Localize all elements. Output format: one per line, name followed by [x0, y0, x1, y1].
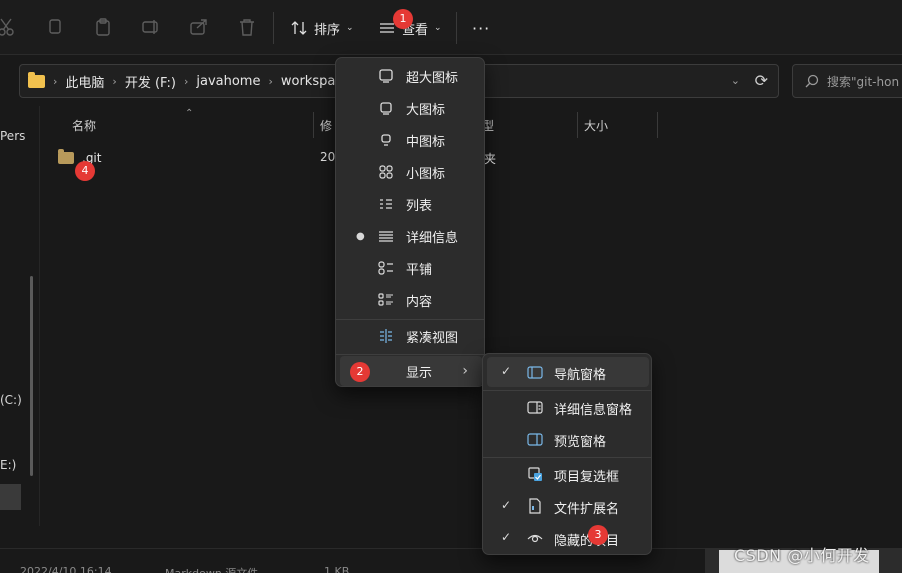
- column-divider[interactable]: [577, 112, 578, 138]
- chevron-down-icon: ⌄: [434, 23, 442, 33]
- selected-dot-icon: ●: [356, 230, 365, 242]
- file-modified: 20: [320, 150, 336, 164]
- check-icon: ✓: [501, 364, 512, 378]
- chevron-down-icon: ⌄: [346, 23, 354, 33]
- file-ext-icon: [529, 498, 541, 514]
- submenu-item-details-pane[interactable]: 详细信息窗格: [487, 392, 649, 422]
- nav-item-personal[interactable]: Pers: [0, 129, 25, 143]
- breadcrumb-javahome[interactable]: javahome: [196, 74, 260, 89]
- folder-icon: [28, 71, 45, 88]
- preview-pane-icon: [527, 433, 543, 446]
- navigation-pane: Pers (C:) E:): [0, 106, 40, 526]
- share-icon[interactable]: [188, 16, 210, 38]
- grid-icon: [379, 165, 393, 179]
- menu-item-tiles[interactable]: 平铺: [340, 253, 482, 283]
- row-date: 2022/4/10 16:14: [20, 565, 112, 573]
- search-icon: [805, 74, 819, 88]
- menu-item-large-icons[interactable]: 大图标: [340, 93, 482, 123]
- menu-divider: [483, 457, 651, 458]
- column-divider[interactable]: [657, 112, 658, 138]
- submenu-item-navigation-pane[interactable]: ✓ 导航窗格: [487, 357, 649, 387]
- check-icon: ✓: [501, 530, 512, 544]
- sort-button[interactable]: 排序 ⌄: [290, 14, 354, 42]
- paste-icon[interactable]: [92, 16, 114, 38]
- annotation-badge-2: 2: [350, 362, 370, 382]
- menu-item-content[interactable]: 内容: [340, 285, 482, 315]
- content-icon: [378, 293, 393, 306]
- checkbox-icon: [528, 467, 542, 481]
- breadcrumb-workspace[interactable]: workspac: [281, 74, 343, 89]
- command-bar: 排序 ⌄ 查看 ⌄ ···: [0, 0, 902, 55]
- sort-label: 排序: [314, 22, 341, 38]
- copy-icon[interactable]: [44, 16, 66, 38]
- sort-icon: [291, 21, 307, 35]
- submenu-item-hidden-items[interactable]: ✓ 隐藏的项目: [487, 523, 649, 553]
- chevron-right-icon: ›: [183, 74, 189, 88]
- menu-divider: [483, 390, 651, 391]
- chevron-right-icon: ›: [112, 74, 117, 88]
- column-size[interactable]: 大小: [584, 117, 608, 134]
- search-input[interactable]: 搜索"git-hon: [792, 64, 902, 98]
- show-submenu: ✓ 导航窗格 详细信息窗格 预览窗格 项目复选框 ✓ 文件扩展名 ✓ 隐藏的项目: [482, 353, 652, 555]
- compact-icon: [380, 329, 392, 343]
- column-modified[interactable]: 修: [320, 117, 332, 134]
- chevron-right-icon: ›: [53, 74, 58, 88]
- chevron-right-icon: ›: [268, 74, 273, 88]
- file-type: 夹: [484, 152, 497, 166]
- toolbar-divider: [273, 12, 274, 44]
- submenu-item-item-checkboxes[interactable]: 项目复选框: [487, 459, 649, 489]
- menu-divider: [336, 319, 484, 320]
- breadcrumb-this-pc[interactable]: 此电脑: [65, 72, 104, 91]
- details-pane-icon: [527, 401, 543, 414]
- list-icon: [380, 199, 392, 209]
- toolbar-divider: [456, 12, 457, 44]
- annotation-badge-3: 3: [588, 525, 608, 545]
- more-options-button[interactable]: ···: [472, 14, 490, 42]
- menu-item-details[interactable]: ● 详细信息: [340, 221, 482, 251]
- menu-item-medium-icons[interactable]: 中图标: [340, 125, 482, 155]
- annotation-badge-4: 4: [75, 161, 95, 181]
- menu-item-compact-view[interactable]: 紧凑视图: [340, 321, 482, 351]
- check-icon: ✓: [501, 498, 512, 512]
- nav-pane-icon: [527, 366, 543, 379]
- folder-icon: [58, 149, 74, 164]
- submenu-item-file-extensions[interactable]: ✓ 文件扩展名: [487, 491, 649, 521]
- annotation-badge-1: 1: [393, 9, 413, 29]
- row-type: Markdown 源文件: [165, 565, 258, 573]
- refresh-icon[interactable]: ⟳: [755, 71, 768, 90]
- submenu-item-preview-pane[interactable]: 预览窗格: [487, 424, 649, 454]
- eye-icon: [527, 534, 543, 543]
- menu-item-list[interactable]: 列表: [340, 189, 482, 219]
- chevron-right-icon: ›: [462, 363, 468, 379]
- menu-item-extra-large-icons[interactable]: 超大图标: [340, 61, 482, 91]
- nav-selected-item[interactable]: [0, 484, 21, 510]
- monitor-small-icon: [381, 134, 391, 146]
- nav-scrollbar[interactable]: [30, 276, 33, 476]
- chevron-down-icon[interactable]: ⌄: [731, 74, 740, 87]
- nav-item-drive-c[interactable]: (C:): [0, 393, 22, 407]
- details-icon: [379, 231, 393, 242]
- delete-icon[interactable]: [236, 16, 258, 38]
- menu-divider: [336, 354, 484, 355]
- menu-item-small-icons[interactable]: 小图标: [340, 157, 482, 187]
- nav-item-drive-e[interactable]: E:): [0, 458, 16, 472]
- row-size: 1 KB: [324, 565, 350, 573]
- search-placeholder: 搜索"git-hon: [827, 74, 900, 89]
- more-icon: ···: [472, 18, 491, 38]
- tiles-icon: [378, 261, 393, 275]
- column-name[interactable]: 名称: [72, 117, 96, 134]
- cut-icon[interactable]: [0, 16, 18, 38]
- watermark-text: CSDN @小何开发: [734, 546, 870, 565]
- rename-icon[interactable]: [140, 16, 162, 38]
- monitor-icon: [380, 102, 392, 115]
- monitor-icon: [379, 69, 393, 83]
- breadcrumb-drive[interactable]: 开发 (F:): [125, 72, 176, 91]
- column-divider[interactable]: [313, 112, 314, 138]
- view-dropdown-menu: 超大图标 大图标 中图标 小图标 列表 ● 详细信息 平铺 内容 紧凑视图 显示…: [335, 57, 485, 387]
- sort-up-icon: ⌃: [185, 108, 194, 119]
